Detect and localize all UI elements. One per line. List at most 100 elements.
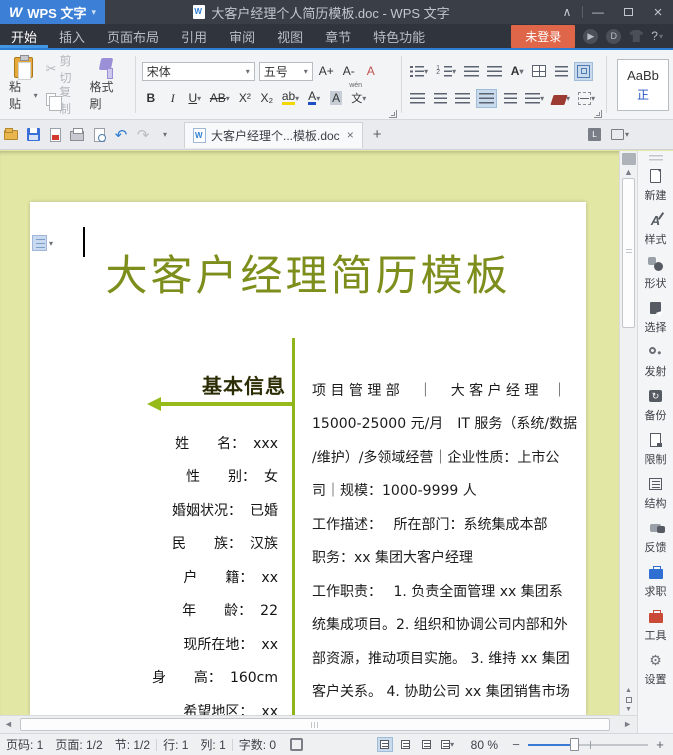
sidebar-item-shapes[interactable]: 形状 bbox=[638, 251, 673, 295]
scroll-left-arrow[interactable]: ◄ bbox=[4, 719, 13, 729]
close-tab-icon[interactable]: × bbox=[347, 128, 354, 142]
export-pdf-button[interactable] bbox=[45, 125, 65, 145]
sidebar-item-select[interactable]: 选择 bbox=[638, 295, 673, 339]
char-shading-button[interactable]: A bbox=[327, 89, 345, 108]
fullscreen-view-button[interactable]: ▾ bbox=[440, 737, 456, 752]
sidebar-handle[interactable] bbox=[649, 155, 663, 161]
document-tab[interactable]: W 大客户经理个...模板.doc × bbox=[184, 122, 363, 148]
strikethrough-button[interactable]: AB▾ bbox=[208, 89, 232, 108]
login-button[interactable]: 未登录 bbox=[511, 25, 575, 48]
sidebar-item-restrict[interactable]: 限制 bbox=[638, 427, 673, 471]
paragraph-dialog-launcher[interactable] bbox=[594, 110, 602, 118]
zoom-slider-handle[interactable] bbox=[570, 738, 579, 751]
page-view-button[interactable] bbox=[377, 737, 393, 752]
paste-button[interactable]: 粘贴▾ bbox=[4, 54, 43, 115]
sidebar-item-styles[interactable]: A样式 bbox=[638, 207, 673, 251]
increase-indent-button[interactable] bbox=[485, 62, 504, 81]
next-page-button[interactable]: ▼ bbox=[625, 706, 632, 713]
sidebar-item-new[interactable]: 新建 bbox=[638, 163, 673, 207]
borders-button[interactable]: ▾ bbox=[576, 89, 597, 108]
text-direction-button[interactable]: A▾ bbox=[508, 62, 526, 81]
vertical-scrollbar[interactable]: ▲ ▲ ▼ bbox=[619, 151, 637, 715]
decrease-indent-button[interactable] bbox=[462, 62, 481, 81]
play-icon[interactable]: ▶ bbox=[583, 29, 598, 44]
scroll-up-arrow[interactable]: ▲ bbox=[620, 167, 637, 177]
tab-insert[interactable]: 插入 bbox=[48, 24, 96, 48]
font-dialog-launcher[interactable] bbox=[389, 110, 397, 118]
format-painter-button[interactable]: 格式刷 bbox=[85, 54, 129, 115]
tab-references[interactable]: 引用 bbox=[170, 24, 218, 48]
numbering-button[interactable]: 12▾ bbox=[434, 62, 458, 81]
font-color-button[interactable]: A▾ bbox=[305, 89, 323, 108]
zoom-in-button[interactable]: + bbox=[653, 737, 667, 752]
sidebar-item-backup[interactable]: ↻备份 bbox=[638, 383, 673, 427]
previous-page-button[interactable]: ▲ bbox=[625, 687, 632, 694]
maximize-button[interactable] bbox=[613, 0, 643, 24]
justify-button[interactable] bbox=[476, 89, 497, 108]
distribute-button[interactable] bbox=[501, 89, 519, 108]
subscript-button[interactable]: X₂ bbox=[258, 89, 276, 108]
superscript-button[interactable]: X² bbox=[236, 89, 254, 108]
style-normal-item[interactable]: AaBb 正 bbox=[617, 59, 669, 111]
tab-section[interactable]: 章节 bbox=[314, 24, 362, 48]
text-tools-button[interactable] bbox=[574, 62, 593, 81]
tab-special-features[interactable]: 特色功能 bbox=[362, 24, 436, 48]
skin-icon[interactable] bbox=[629, 30, 643, 42]
history-icon[interactable]: L bbox=[588, 128, 601, 141]
align-center-button[interactable] bbox=[431, 89, 449, 108]
help-button[interactable]: ?▾ bbox=[651, 29, 663, 43]
zoom-slider[interactable] bbox=[528, 737, 648, 752]
quickbar-customize-button[interactable]: ▾ bbox=[155, 125, 175, 145]
sidebar-item-settings[interactable]: ⚙设置 bbox=[638, 647, 673, 691]
line-spacing-button[interactable]: ▾ bbox=[523, 89, 546, 108]
save-button[interactable] bbox=[23, 125, 43, 145]
copy-button[interactable]: 复制 bbox=[43, 90, 85, 110]
bullets-button[interactable]: ▾ bbox=[408, 62, 430, 81]
document-canvas[interactable]: ▾ 大客户经理简历模板 基本信息 姓 名：xxx 性 别：女 婚姻状况：已婚 民… bbox=[0, 151, 637, 715]
sidebar-item-jobs[interactable]: 求职 bbox=[638, 559, 673, 603]
align-right-button[interactable] bbox=[453, 89, 472, 108]
collapse-ribbon-button[interactable]: ∧ bbox=[552, 0, 582, 24]
new-tab-button[interactable]: + bbox=[363, 126, 392, 143]
clear-format-button[interactable]: A bbox=[362, 62, 380, 81]
tab-review[interactable]: 审阅 bbox=[218, 24, 266, 48]
wps-app-button[interactable]: W WPS 文字 ▾ bbox=[0, 0, 105, 24]
sidebar-item-feedback[interactable]: 反馈 bbox=[638, 515, 673, 559]
font-name-select[interactable]: 宋体▾ bbox=[142, 62, 255, 81]
italic-button[interactable]: I bbox=[164, 89, 182, 108]
select-browse-object-button[interactable] bbox=[626, 697, 632, 703]
shading-button[interactable]: ▾ bbox=[550, 89, 572, 108]
vertical-scroll-thumb[interactable] bbox=[622, 178, 635, 328]
horizontal-scrollbar[interactable]: ◄ ► bbox=[0, 715, 637, 733]
scroll-right-arrow[interactable]: ► bbox=[623, 719, 632, 729]
close-button[interactable]: × bbox=[643, 0, 673, 24]
horizontal-scroll-thumb[interactable] bbox=[20, 718, 610, 731]
minimize-button[interactable]: — bbox=[583, 0, 613, 24]
print-preview-button[interactable] bbox=[89, 125, 109, 145]
tab-home[interactable]: 开始 bbox=[0, 24, 48, 48]
outline-view-button[interactable] bbox=[398, 737, 414, 752]
tab-view[interactable]: 视图 bbox=[266, 24, 314, 48]
grow-font-button[interactable]: A+ bbox=[317, 62, 336, 81]
sidebar-item-tools[interactable]: 工具 bbox=[638, 603, 673, 647]
tab-page-layout[interactable]: 页面布局 bbox=[96, 24, 170, 48]
document-page[interactable]: ▾ 大客户经理简历模板 基本信息 姓 名：xxx 性 别：女 婚姻状况：已婚 民… bbox=[30, 202, 586, 715]
open-button[interactable] bbox=[1, 125, 21, 145]
tab-list-button[interactable]: ▾ bbox=[611, 129, 629, 140]
spellcheck-icon[interactable] bbox=[290, 738, 303, 751]
ruler-toggle-icon[interactable] bbox=[622, 153, 636, 165]
align-left-button[interactable] bbox=[408, 89, 427, 108]
underline-button[interactable]: U▾ bbox=[186, 89, 204, 108]
sidebar-item-structure[interactable]: 结构 bbox=[638, 471, 673, 515]
highlight-button[interactable]: ab▾ bbox=[280, 89, 301, 108]
phonetic-guide-button[interactable]: wén文▾ bbox=[349, 89, 368, 108]
web-view-button[interactable] bbox=[419, 737, 435, 752]
insert-table-icon[interactable] bbox=[530, 62, 548, 81]
shrink-font-button[interactable]: A- bbox=[340, 62, 358, 81]
cut-button[interactable]: ✂ 剪切 bbox=[43, 59, 85, 79]
docer-icon[interactable]: D bbox=[606, 29, 621, 44]
show-marks-button[interactable] bbox=[552, 62, 570, 81]
print-button[interactable] bbox=[67, 125, 87, 145]
zoom-out-button[interactable]: − bbox=[509, 737, 523, 752]
bold-button[interactable]: B bbox=[142, 89, 160, 108]
